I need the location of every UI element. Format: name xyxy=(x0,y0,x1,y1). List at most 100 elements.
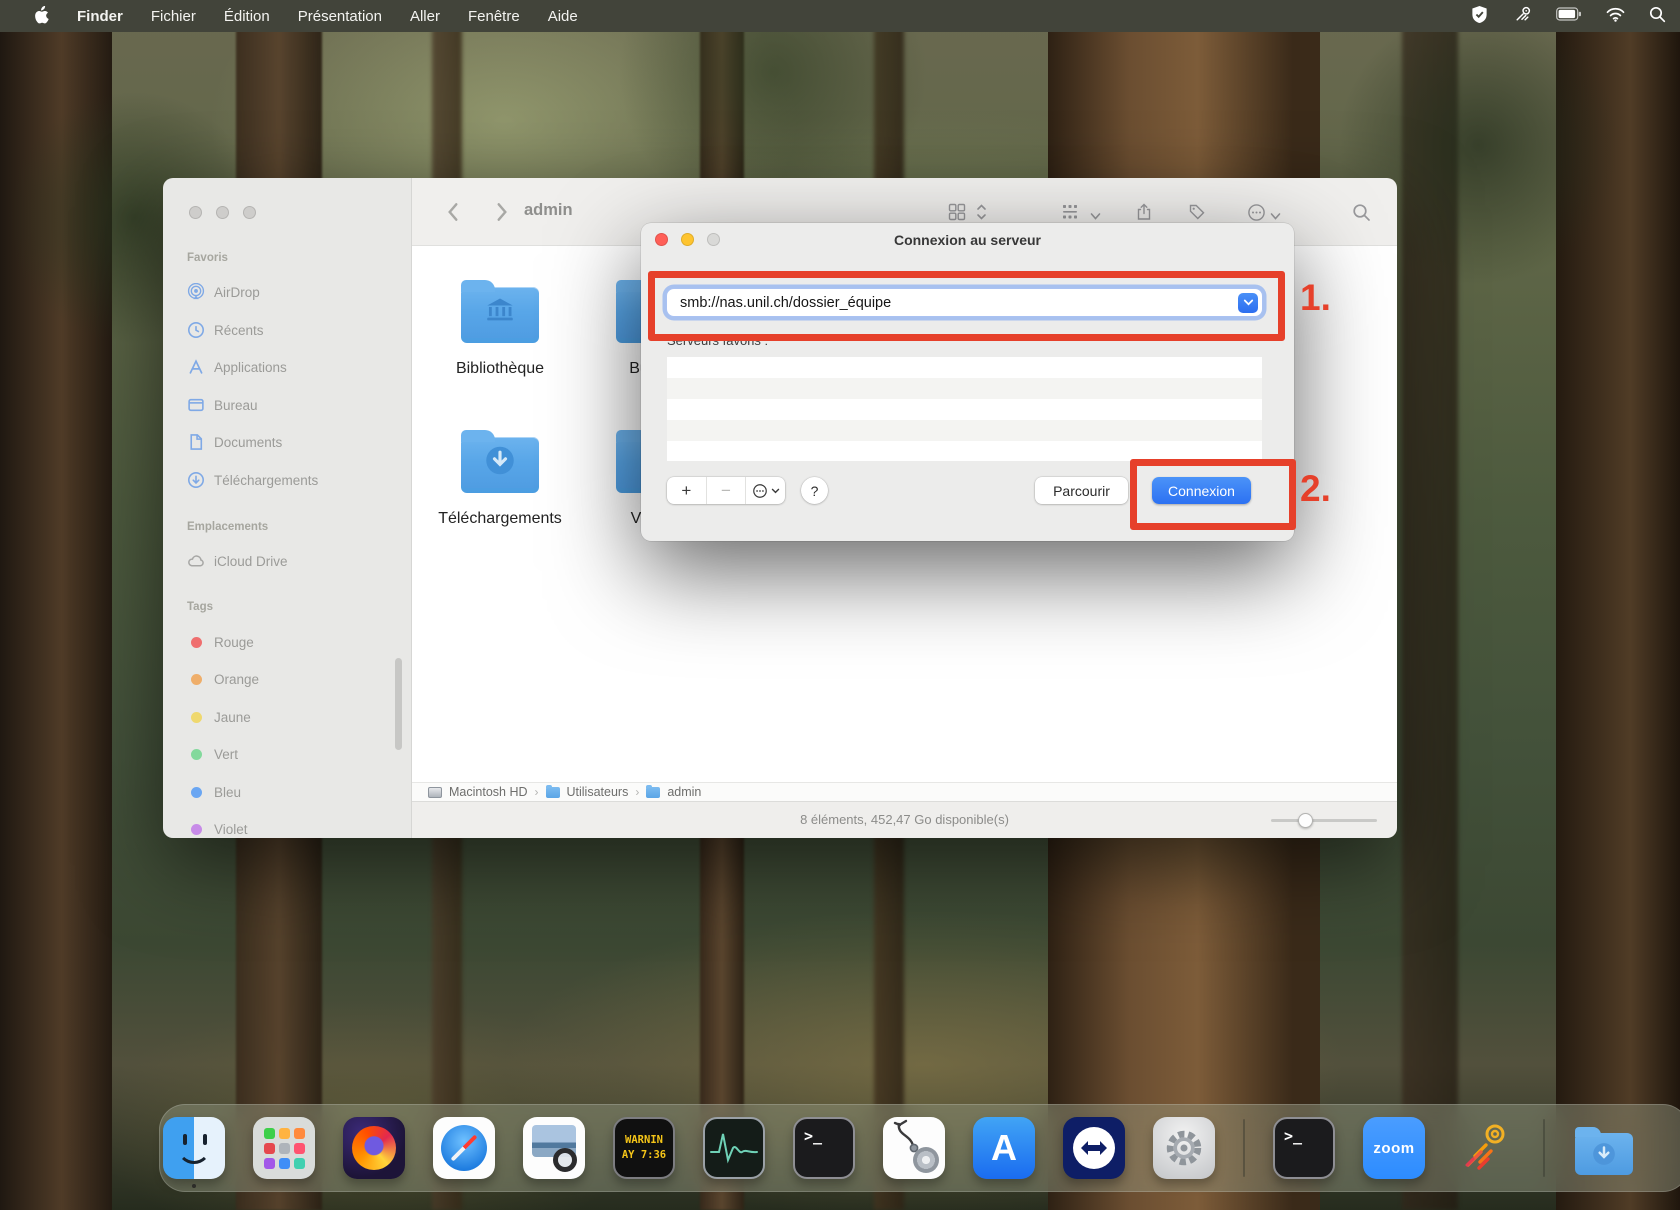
spotlight-search-icon[interactable] xyxy=(1649,6,1666,27)
sidebar-item-tag-bleu[interactable]: Bleu xyxy=(177,777,399,807)
back-button[interactable] xyxy=(443,201,463,228)
dock-item-firefox[interactable] xyxy=(343,1117,405,1179)
dock-item-zoom[interactable]: zoom xyxy=(1363,1117,1425,1179)
tag-dot-vert xyxy=(191,749,202,760)
dock-item-terminal[interactable]: >_ xyxy=(793,1117,855,1179)
folder-label[interactable]: Téléchargements xyxy=(425,510,575,528)
folder-label[interactable]: Bibliothèque xyxy=(425,360,575,378)
tag-dot-violet xyxy=(191,824,202,835)
icloud-icon xyxy=(187,552,205,570)
battery-icon[interactable] xyxy=(1556,7,1582,25)
clock-icon xyxy=(187,321,205,339)
sidebar-item-tag-jaune[interactable]: Jaune xyxy=(177,702,399,732)
path-segment[interactable]: Utilisateurs xyxy=(567,785,629,799)
annotation-step2-label: 2. xyxy=(1300,468,1331,510)
path-segment[interactable]: Macintosh HD xyxy=(449,785,528,799)
sidebar-item-tag-vert[interactable]: Vert xyxy=(177,739,399,769)
sidebar-item-bureau[interactable]: Bureau xyxy=(177,390,399,420)
sidebar-scrollbar[interactable] xyxy=(395,658,402,750)
wifi-icon[interactable] xyxy=(1606,7,1625,26)
sidebar-item-documents[interactable]: Documents xyxy=(177,427,399,457)
desktop-screen: Finder Fichier Édition Présentation Alle… xyxy=(0,0,1680,1210)
forward-button[interactable] xyxy=(492,201,512,228)
dock-item-warning-clock[interactable]: WARNIN AY 7:36 xyxy=(613,1117,675,1179)
list-row xyxy=(667,441,1262,461)
folder-bibliotheque[interactable] xyxy=(461,277,539,343)
menu-item-aller[interactable]: Aller xyxy=(410,8,440,25)
menu-item-aide[interactable]: Aide xyxy=(548,8,578,25)
sidebar-item-recents[interactable]: Récents xyxy=(177,315,399,345)
sidebar-item-applications[interactable]: Applications xyxy=(177,352,399,382)
sidebar-item-label: Violet xyxy=(214,822,248,837)
sidebar-item-tag-orange[interactable]: Orange xyxy=(177,664,399,694)
menu-items: Finder Fichier Édition Présentation Alle… xyxy=(77,8,578,25)
status-text: 8 éléments, 452,47 Go disponible(s) xyxy=(412,812,1397,827)
dock-item-system-settings[interactable] xyxy=(1153,1117,1215,1179)
folder-telechargements[interactable] xyxy=(461,427,539,493)
sidebar-item-label: Récents xyxy=(214,323,264,338)
menu-item-edition[interactable]: Édition xyxy=(224,8,270,25)
window-title: admin xyxy=(524,201,573,220)
dock-item-disk-utility[interactable] xyxy=(883,1117,945,1179)
sidebar-header-emplacements: Emplacements xyxy=(187,521,268,533)
dock-item-launchpad[interactable] xyxy=(253,1117,315,1179)
sidebar-item-label: iCloud Drive xyxy=(214,554,288,569)
download-emblem-icon xyxy=(484,444,517,482)
favorite-servers-list[interactable] xyxy=(667,357,1262,461)
zoom-window-button[interactable] xyxy=(243,206,256,219)
sidebar-item-label: Bureau xyxy=(214,398,258,413)
sidebar-item-label: Vert xyxy=(214,747,238,762)
sidebar-item-airdrop[interactable]: AirDrop xyxy=(177,277,399,307)
sidebar-item-tag-violet[interactable]: Violet xyxy=(177,814,399,838)
dock-item-finder[interactable] xyxy=(163,1117,225,1179)
finder-sidebar: Favoris AirDrop Récents Applications Bur… xyxy=(163,178,412,838)
browse-button[interactable]: Parcourir xyxy=(1035,477,1128,504)
path-segment[interactable]: admin xyxy=(667,785,701,799)
menu-item-presentation[interactable]: Présentation xyxy=(298,8,382,25)
comet-icon[interactable] xyxy=(1513,5,1532,28)
dock-item-comet[interactable] xyxy=(1453,1117,1515,1179)
document-icon xyxy=(187,433,205,451)
sidebar-item-label: Jaune xyxy=(214,710,251,725)
dock-item-terminal-2[interactable]: >_ xyxy=(1273,1117,1335,1179)
minimize-button[interactable] xyxy=(216,206,229,219)
menu-item-fenetre[interactable]: Fenêtre xyxy=(468,8,520,25)
path-chevron: › xyxy=(535,785,539,799)
close-button[interactable] xyxy=(189,206,202,219)
help-button[interactable]: ? xyxy=(801,477,828,504)
dock-item-downloads-folder[interactable] xyxy=(1573,1117,1635,1179)
dock-item-safari[interactable] xyxy=(433,1117,495,1179)
sidebar-item-icloud[interactable]: iCloud Drive xyxy=(177,546,399,576)
menu-item-fichier[interactable]: Fichier xyxy=(151,8,196,25)
path-chevron: › xyxy=(635,785,639,799)
shield-check-icon[interactable] xyxy=(1470,5,1489,28)
icon-size-slider[interactable] xyxy=(1271,819,1377,822)
download-icon xyxy=(187,471,205,489)
sidebar-item-label: Rouge xyxy=(214,635,254,650)
dock-item-activity-monitor[interactable] xyxy=(703,1117,765,1179)
dock-item-teamviewer[interactable] xyxy=(1063,1117,1125,1179)
finder-face-detail xyxy=(177,1147,211,1164)
menu-item-finder[interactable]: Finder xyxy=(77,8,123,25)
dock-item-app-store[interactable]: A xyxy=(973,1117,1035,1179)
remove-server-button[interactable]: − xyxy=(706,477,746,504)
server-actions-button[interactable] xyxy=(745,477,785,504)
search-icon[interactable] xyxy=(1352,203,1371,227)
app-store-a: A xyxy=(991,1127,1017,1169)
sidebar-item-label: AirDrop xyxy=(214,285,260,300)
zoom-wordmark: zoom xyxy=(1373,1140,1414,1157)
apple-menu-icon[interactable] xyxy=(32,6,49,26)
sidebar-header-tags: Tags xyxy=(187,601,213,613)
dock-item-preview[interactable] xyxy=(523,1117,585,1179)
tag-dot-jaune xyxy=(191,712,202,723)
menu-status-icons xyxy=(1470,0,1666,32)
sidebar-item-telechargements[interactable]: Téléchargements xyxy=(177,465,399,495)
downloads-folder-icon xyxy=(1575,1133,1633,1175)
airdrop-icon xyxy=(187,283,205,301)
home-folder-icon xyxy=(646,787,660,798)
add-server-button[interactable]: + xyxy=(667,477,706,504)
tag-dot-orange xyxy=(191,674,202,685)
slider-knob[interactable] xyxy=(1298,813,1313,828)
sidebar-item-tag-rouge[interactable]: Rouge xyxy=(177,627,399,657)
sidebar-item-label: Téléchargements xyxy=(214,473,318,488)
